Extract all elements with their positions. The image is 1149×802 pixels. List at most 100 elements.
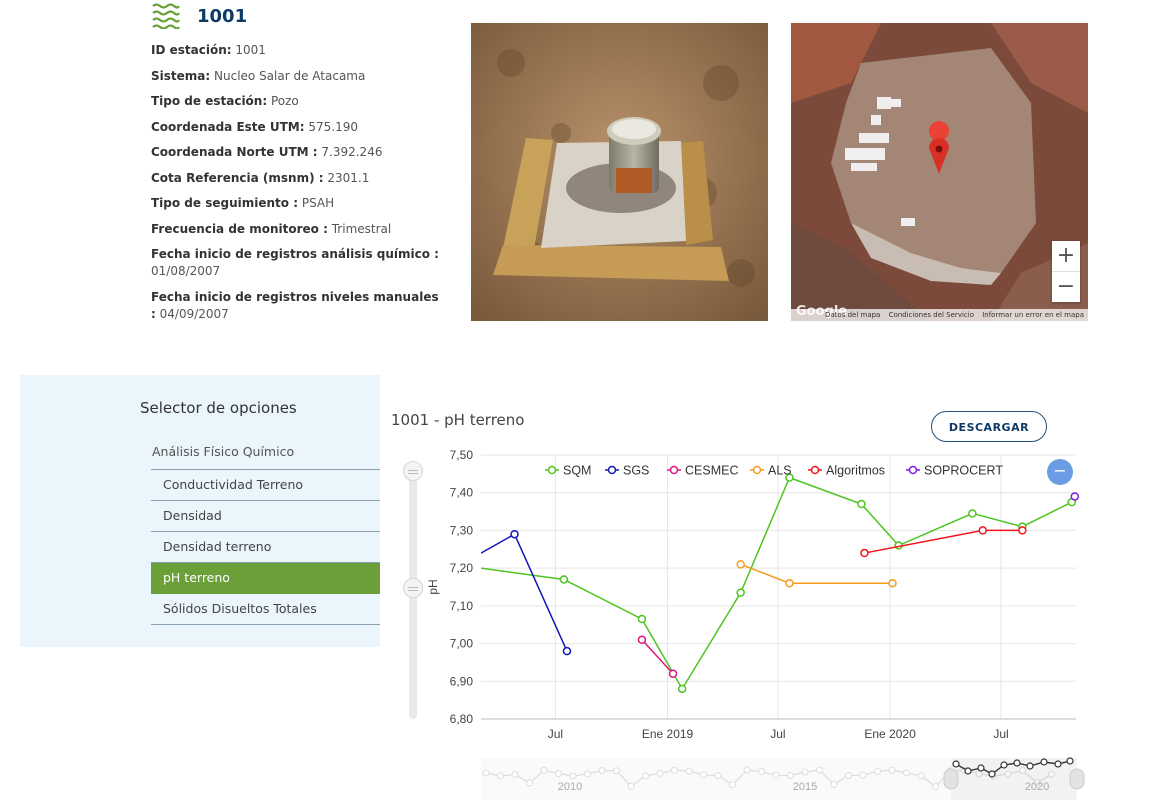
navigator-point <box>613 767 620 775</box>
menu-group-heading[interactable]: Análisis Físico Químico <box>151 444 380 470</box>
navigator-handle[interactable] <box>943 768 959 790</box>
map-terms-link[interactable]: Condiciones del Servicio <box>889 311 974 319</box>
zoom-in-button[interactable]: + <box>1052 241 1080 271</box>
legend-marker <box>752 465 762 475</box>
download-button[interactable]: DESCARGAR <box>931 411 1047 442</box>
legend-label: Algoritmos <box>826 464 885 478</box>
navigator-point <box>598 767 606 775</box>
station-title: 1001 <box>197 5 248 27</box>
navigator-selected-point <box>1013 759 1021 767</box>
info-label: ID estación: <box>151 43 232 57</box>
info-row: Fecha inicio de registros niveles manual… <box>151 289 441 323</box>
menu-item[interactable]: Densidad terreno <box>151 532 380 563</box>
info-value: 1001 <box>235 43 266 57</box>
navigator-selected-point <box>1000 761 1008 769</box>
data-point-als <box>736 560 745 569</box>
legend-marker <box>547 465 557 475</box>
data-point-sqm <box>736 588 745 597</box>
info-value: Pozo <box>270 94 299 108</box>
menu-item[interactable]: Sólidos Disueltos Totales <box>151 594 380 625</box>
navigator-selected-point <box>977 764 985 772</box>
x-tick-label: Jul <box>770 727 785 741</box>
navigator-point <box>758 768 765 776</box>
navigator-point <box>903 769 910 777</box>
series-line-sgs <box>481 533 568 652</box>
navigator-point <box>1004 770 1012 778</box>
menu-item[interactable]: Densidad <box>151 501 380 532</box>
info-label: Tipo de seguimiento : <box>151 196 298 210</box>
menu-group: Análisis Físico Químico Conductividad Te… <box>151 444 380 625</box>
selector-title: Selector de opciones <box>140 399 297 417</box>
navigator-selection <box>951 758 1077 800</box>
navigator-point <box>946 767 954 775</box>
navigator-point <box>961 766 968 774</box>
slider-top-handle[interactable] <box>403 461 423 481</box>
navigator-point <box>845 772 852 780</box>
navigator-point <box>540 766 548 774</box>
data-point-sqm <box>637 614 647 624</box>
navigator-point <box>787 771 794 779</box>
navigator-point <box>511 771 519 779</box>
data-point-soprocert <box>1070 492 1080 501</box>
navigator-point <box>859 771 867 779</box>
info-label: Sistema: <box>151 68 211 83</box>
data-point-sgs <box>562 646 572 656</box>
navigator-point <box>830 780 838 788</box>
navigator-selected-point <box>1054 760 1062 768</box>
info-label: Coordenada Este UTM: <box>151 119 305 134</box>
menu-item[interactable]: pH terreno <box>151 563 380 594</box>
info-row: Coordenada Norte UTM : 7.392.246 <box>151 144 441 161</box>
info-row: Frecuencia de monitoreo : Trimestral <box>151 221 441 238</box>
map-zoom-controls: + − <box>1052 241 1080 302</box>
map-data-link[interactable]: Datos del mapa <box>825 311 880 319</box>
legend-label: CESMEC <box>685 464 738 478</box>
info-row: Fecha inicio de registros análisis quími… <box>151 246 441 280</box>
navigator-point <box>917 772 925 780</box>
y-tick-label: 6,80 <box>450 712 474 726</box>
collapse-button[interactable]: − <box>1047 459 1073 485</box>
series-line-als <box>740 563 893 584</box>
navigator-tick-label: 2015 <box>793 781 817 793</box>
slider-bottom-handle[interactable] <box>403 578 423 598</box>
y-tick-label: 7,00 <box>450 637 474 651</box>
info-label: Fecha inicio de registros análisis quími… <box>151 247 439 261</box>
navigator-point <box>584 770 591 778</box>
navigator-point <box>700 771 707 779</box>
data-point-algoritmos <box>978 526 987 535</box>
station-photo <box>471 23 768 321</box>
data-point-sqm <box>968 509 977 518</box>
zoom-out-button[interactable]: − <box>1052 271 1080 302</box>
location-map[interactable]: Google + − Datos del mapa Condiciones de… <box>791 23 1088 321</box>
info-value: PSAH <box>301 196 335 210</box>
data-point-sqm <box>677 684 687 694</box>
map-report-link[interactable]: Informar un error en el mapa <box>982 311 1084 319</box>
info-row: ID estación: 1001 <box>151 42 441 59</box>
info-row: Cota Referencia (msnm) : 2301.1 <box>151 170 441 187</box>
navigator-point <box>772 771 780 779</box>
data-point-sqm <box>559 575 569 584</box>
navigator-selected-point <box>988 770 996 778</box>
info-row: Coordenada Este UTM: 575.190 <box>151 119 441 136</box>
info-value: 2301.1 <box>327 170 370 185</box>
legend-marker <box>810 465 820 475</box>
navigator-point <box>1019 767 1026 775</box>
info-value: 575.190 <box>308 119 358 134</box>
data-point-sqm <box>894 541 903 550</box>
menu-item[interactable]: Conductividad Terreno <box>151 470 380 501</box>
navigator-tick-label: 2020 <box>1025 781 1049 793</box>
legend-marker <box>607 465 617 475</box>
info-value: 01/08/2007 <box>151 264 221 278</box>
navigator-series <box>485 769 1052 788</box>
x-tick-label: Ene 2020 <box>864 727 916 741</box>
info-value: 7.392.246 <box>321 145 383 159</box>
info-value: Trimestral <box>331 221 392 236</box>
info-label: Cota Referencia (msnm) : <box>151 170 324 185</box>
legend-label: SQM <box>563 464 591 478</box>
navigator-point <box>714 772 722 780</box>
info-row: Tipo de estación: Pozo <box>151 93 441 110</box>
navigator-handle[interactable] <box>1069 768 1085 790</box>
x-tick-label: Jul <box>548 727 563 741</box>
series-line-sqm <box>481 476 1073 691</box>
station-header: 1001 <box>151 3 247 29</box>
info-label: Frecuencia de monitoreo : <box>151 221 328 236</box>
